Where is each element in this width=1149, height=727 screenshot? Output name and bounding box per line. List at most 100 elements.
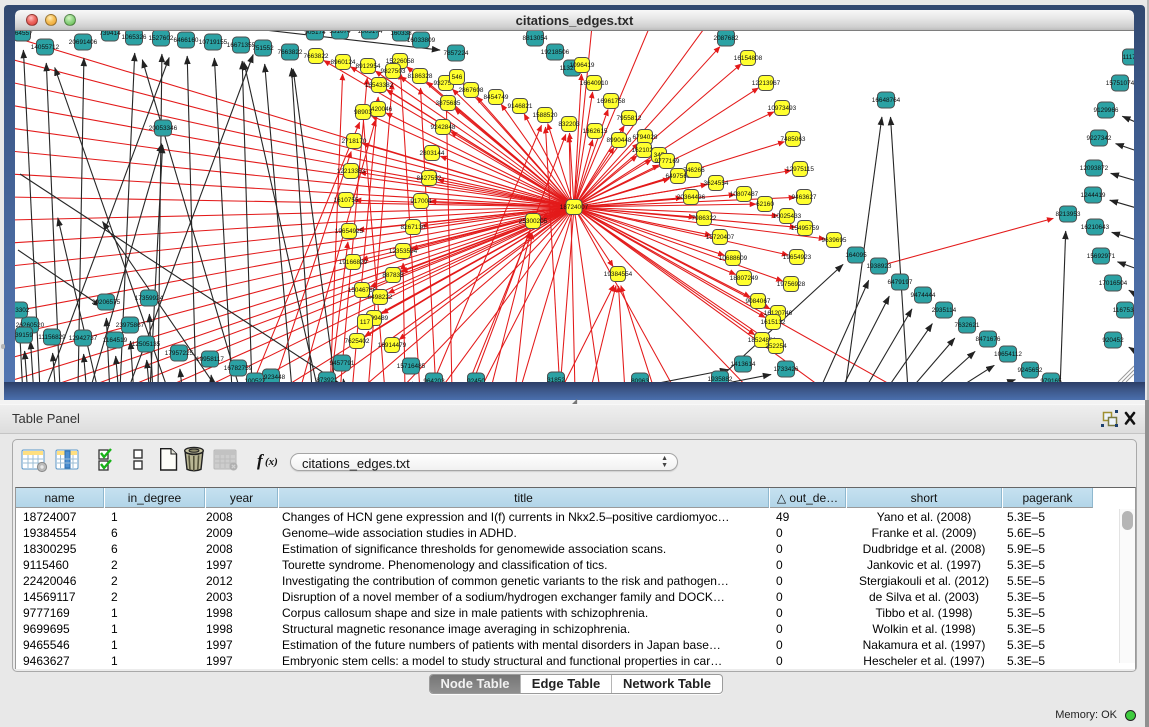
svg-text:12213383: 12213383 [337,168,366,175]
svg-text:8960124: 8960124 [331,59,356,66]
svg-text:16648764: 16648764 [872,97,901,104]
svg-text:6466160: 6466160 [174,37,199,44]
svg-text:7857224: 7857224 [444,50,469,57]
svg-text:20053346: 20053346 [149,125,178,132]
svg-text:12942737: 12942737 [69,335,98,342]
svg-text:8813054: 8813054 [523,35,548,42]
svg-text:17359924: 17359924 [135,295,164,302]
svg-text:8186328: 8186328 [408,73,433,80]
svg-text:16033809: 16033809 [407,37,436,44]
svg-text:113302: 113302 [15,307,30,314]
svg-text:6498222: 6498222 [368,294,393,301]
svg-text:17957225: 17957225 [165,350,194,357]
svg-text:746266: 746266 [683,167,705,174]
svg-text:19384554: 19384554 [604,271,633,278]
svg-text:11156829: 11156829 [38,334,66,341]
svg-text:19654923: 19654923 [783,254,812,261]
svg-text:1588520: 1588520 [533,112,558,119]
svg-text:15692971: 15692971 [1087,253,1116,260]
svg-text:15720407: 15720407 [706,234,735,241]
svg-text:62160: 62160 [756,201,774,208]
svg-text:10958117: 10958117 [196,356,224,363]
svg-text:7663822: 7663822 [278,49,303,56]
svg-text:12093872: 12093872 [1080,165,1109,172]
svg-text:7663822: 7663822 [304,53,329,60]
svg-text:7632621: 7632621 [955,322,980,329]
svg-text:1362615: 1362615 [583,128,608,135]
svg-text:739414: 739414 [99,31,121,37]
svg-text:917004: 917004 [410,198,432,205]
svg-text:546: 546 [452,74,463,81]
svg-text:164095: 164095 [845,252,867,259]
svg-text:19218506: 19218506 [541,49,570,56]
svg-text:3624554: 3624554 [704,180,729,187]
svg-text:10654112: 10654112 [994,351,1022,358]
svg-text:117: 117 [360,319,371,326]
svg-text:10025433: 10025433 [773,213,802,220]
svg-text:16961758: 16961758 [597,98,626,105]
svg-text:1610755: 1610755 [334,197,359,204]
svg-text:12213967: 12213967 [752,80,781,87]
svg-text:264557: 264557 [15,31,33,37]
svg-text:9463627: 9463627 [792,194,817,201]
svg-text:20364436: 20364436 [677,194,706,201]
svg-text:2718170: 2718170 [342,138,367,145]
svg-text:19654925: 19654925 [335,228,364,235]
svg-text:8454749: 8454749 [484,94,509,101]
svg-text:8427552: 8427552 [417,175,442,182]
svg-text:11173: 11173 [1123,54,1134,61]
svg-text:10973493: 10973493 [768,105,797,112]
svg-text:8213953: 8213953 [1056,211,1081,218]
svg-text:920452: 920452 [1102,337,1124,344]
svg-text:9146821: 9146821 [508,103,533,110]
svg-text:331074: 331074 [329,31,351,35]
svg-text:15716485: 15716485 [397,363,426,370]
svg-text:14055712: 14055712 [31,44,60,51]
svg-text:10807487: 10807487 [730,191,759,198]
svg-text:7955812: 7955812 [617,115,642,122]
svg-text:(x): (x) [265,456,278,468]
svg-text:887833: 887833 [382,272,404,279]
svg-text:3875685: 3875685 [436,100,461,107]
svg-text:19166829: 19166829 [339,259,368,266]
svg-text:1733426: 1733426 [774,366,799,373]
svg-text:1615132: 1615132 [761,319,786,326]
svg-text:39159: 39159 [15,332,33,339]
svg-text:19756928: 19756928 [777,281,806,288]
svg-text:751552: 751552 [252,45,274,52]
svg-text:12975115: 12975115 [786,166,814,173]
svg-text:6479197: 6479197 [888,279,913,286]
svg-text:9242848: 9242848 [431,124,456,131]
svg-text:23975867: 23975867 [116,322,145,329]
svg-text:25300205: 25300205 [519,218,548,225]
svg-text:16640910: 16640910 [580,80,609,87]
svg-text:7625402: 7625402 [345,338,370,345]
svg-text:16543382: 16543382 [365,82,394,89]
svg-text:1527602: 1527602 [149,35,174,42]
svg-text:16914479: 16914479 [378,342,407,349]
svg-text:9129966: 9129966 [1094,107,1119,114]
svg-text:905174: 905174 [304,31,326,36]
svg-text:1096419: 1096419 [570,62,595,69]
svg-text:17016504: 17016504 [1099,280,1128,287]
svg-text:16782759: 16782759 [224,365,253,372]
svg-text:6794028: 6794028 [633,134,658,141]
svg-text:2935114: 2935114 [932,307,957,314]
svg-text:20206575: 20206575 [92,299,121,306]
svg-text:10719155: 10719155 [199,39,228,46]
svg-text:98903: 98903 [354,109,372,116]
svg-text:1244419: 1244419 [1081,192,1106,199]
svg-text:9245652: 9245652 [1018,367,1043,374]
svg-text:16671355: 16671355 [227,42,256,49]
svg-text:1164519: 1164519 [103,337,128,344]
svg-text:252254: 252254 [765,343,787,350]
svg-text:1938923: 1938923 [867,263,892,270]
svg-text:1003174: 1003174 [358,31,383,35]
svg-text:10688609: 10688609 [719,255,748,262]
svg-text:2087682: 2087682 [714,35,739,42]
svg-text:18807249: 18807249 [730,275,759,282]
svg-text:12353594: 12353594 [389,248,418,255]
svg-text:8912954: 8912954 [356,63,381,70]
svg-text:7986322: 7986322 [692,215,717,222]
svg-text:9084067: 9084067 [746,298,771,305]
